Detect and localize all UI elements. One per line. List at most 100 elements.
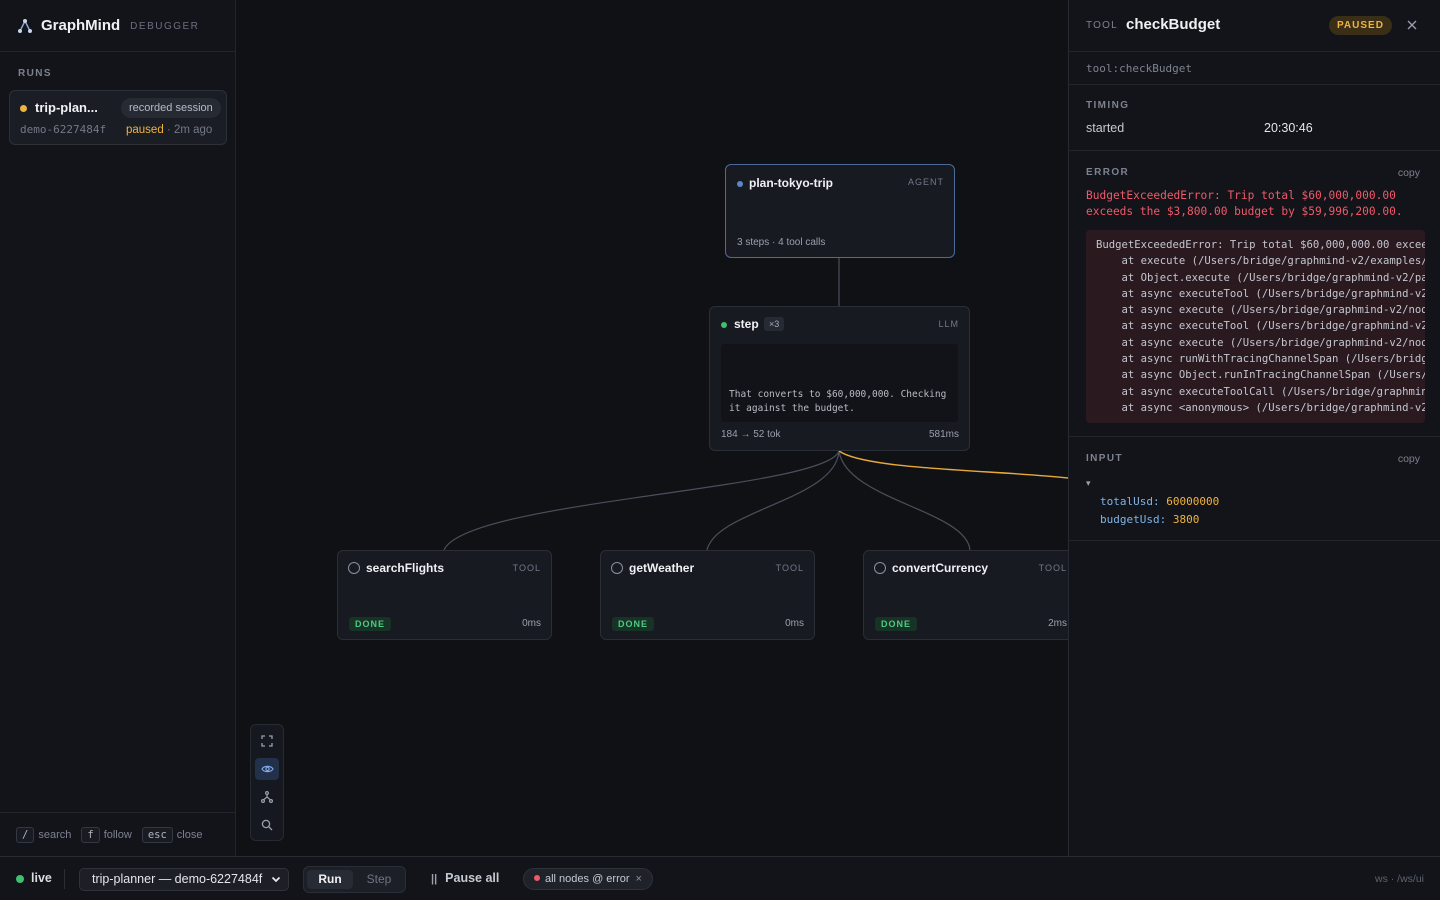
tool-title: convertCurrency	[892, 561, 989, 575]
shortcut-close: esc close	[141, 826, 202, 843]
runs-label: RUNS	[18, 68, 52, 79]
stack-line: at execute (/Users/bridge/graphmind-v2/e…	[1096, 255, 1426, 268]
tool-node-convertCurrency[interactable]: convertCurrency TOOL DONE 2ms	[863, 550, 1068, 640]
node-detail-panel: TOOL checkBudget PAUSED tool:checkBudget…	[1068, 0, 1440, 856]
step-output: That converts to $60,000,000. Checking i…	[721, 344, 958, 422]
timing-value: 20:30:46	[1264, 121, 1313, 135]
panel-node-title: checkBudget	[1126, 16, 1221, 33]
filter-dot	[534, 875, 540, 881]
run-status-paused: paused	[126, 124, 164, 136]
tool-kind: TOOL	[512, 563, 541, 573]
agent-kind: AGENT	[907, 177, 944, 187]
tool-kind: TOOL	[1038, 563, 1067, 573]
agent-title: plan-tokyo-trip	[749, 176, 833, 190]
tool-status-badge: DONE	[875, 617, 918, 631]
filter-label: all nodes @ error	[545, 873, 630, 885]
step-duration: 581ms	[928, 429, 959, 440]
canvas-search-button[interactable]	[255, 814, 279, 836]
canvas-toolbar	[250, 724, 284, 841]
tool-duration: 2ms	[1048, 618, 1067, 629]
graph-canvas[interactable]: plan-tokyo-trip AGENT 3 steps · 4 tool c…	[236, 0, 1068, 856]
recorded-session-badge: recorded session	[121, 98, 221, 118]
error-section: ERROR copy BudgetExceededError: Trip tot…	[1069, 151, 1440, 437]
shortcut-follow: f follow	[81, 826, 132, 843]
stack-line: BudgetExceededError: Trip total $60,000,…	[1096, 239, 1425, 251]
timing-label: TIMING	[1086, 100, 1130, 111]
tool-status-badge: DONE	[612, 617, 655, 631]
stack-line: at async execute (/Users/bridge/graphmin…	[1096, 336, 1426, 349]
agent-status-dot	[737, 181, 743, 187]
fit-view-button[interactable]	[255, 730, 279, 752]
search-icon	[261, 819, 273, 831]
keyboard-shortcuts: / search f follow esc close	[0, 812, 235, 856]
stack-line: at async runWithTracingChannelSpan (/Use…	[1096, 353, 1426, 366]
app-subtitle: DEBUGGER	[130, 21, 200, 32]
collapse-caret-icon[interactable]: ▾	[1086, 478, 1091, 489]
run-status-dot	[20, 105, 27, 112]
tool-node-getWeather[interactable]: getWeather TOOL DONE 0ms	[600, 550, 815, 640]
graph-logo-icon	[18, 18, 32, 33]
step-node[interactable]: step ×3 LLM That converts to $60,000,000…	[709, 306, 970, 451]
run-button[interactable]: Run	[307, 870, 353, 889]
run-id: demo-6227484f	[20, 123, 107, 136]
tool-status-ring-icon	[611, 562, 623, 574]
shortcut-search: / search	[16, 826, 71, 843]
run-card[interactable]: trip-plan... recorded session demo-62274…	[9, 90, 227, 145]
stack-line: at async executeToolCall (/Users/bridge/…	[1096, 385, 1426, 398]
step-tokens: 184 → 52 tok	[721, 429, 781, 440]
brand: GraphMind DEBUGGER	[0, 0, 235, 52]
bottom-bar: live trip-planner — demo-6227484f Run St…	[0, 856, 1440, 900]
run-select[interactable]: trip-planner — demo-6227484f	[79, 868, 289, 891]
close-icon[interactable]	[1405, 18, 1419, 32]
panel-node-kind: TOOL	[1086, 20, 1118, 31]
input-field-budgetUsd: budgetUsd: 3800	[1100, 513, 1200, 526]
error-message: BudgetExceededError: Trip total $60,000,…	[1086, 189, 1403, 218]
edge-step-checkBudget	[838, 450, 1068, 479]
timing-key: started	[1086, 121, 1125, 135]
step-output-text: That converts to $60,000,000. Checking i…	[729, 389, 947, 414]
remove-filter-icon[interactable]: ×	[636, 873, 642, 885]
input-section: INPUT copy ▾ totalUsd: 60000000 budgetUs…	[1069, 437, 1440, 541]
tool-status-ring-icon	[874, 562, 886, 574]
input-label: INPUT	[1086, 453, 1123, 464]
tool-node-searchFlights[interactable]: searchFlights TOOL DONE 0ms	[337, 550, 552, 640]
panel-node-path: tool:checkBudget	[1069, 52, 1440, 85]
eye-button[interactable]	[255, 758, 279, 780]
fit-view-icon	[261, 735, 273, 747]
step-status-dot	[721, 322, 727, 328]
tool-duration: 0ms	[522, 618, 541, 629]
live-label: live	[31, 871, 52, 885]
live-status-dot	[16, 875, 24, 883]
step-button[interactable]: Step	[356, 870, 402, 889]
agent-node[interactable]: plan-tokyo-trip AGENT 3 steps · 4 tool c…	[725, 164, 955, 258]
panel-header: TOOL checkBudget PAUSED	[1069, 0, 1440, 52]
edge-step-searchFlights	[443, 450, 840, 551]
pause-all-button[interactable]: || Pause all	[431, 871, 499, 885]
tool-title: getWeather	[629, 561, 695, 575]
stack-line: at async Object.runInTracingChannelSpan …	[1096, 369, 1426, 382]
layout-tree-button[interactable]	[255, 786, 279, 808]
stack-line: at Object.execute (/Users/bridge/graphmi…	[1096, 271, 1426, 284]
run-age: · 2m ago	[166, 124, 213, 136]
run-step-toggle: Run Step	[303, 866, 406, 893]
run-title: trip-plan...	[35, 100, 98, 115]
filter-chip[interactable]: all nodes @ error ×	[523, 868, 653, 890]
step-kind: LLM	[938, 319, 959, 329]
stack-line: at async executeTool (/Users/bridge/grap…	[1096, 320, 1426, 333]
run-select-value: trip-planner — demo-6227484f	[92, 872, 263, 886]
websocket-endpoint: ws · /ws/ui	[1374, 873, 1424, 885]
eye-icon	[260, 765, 274, 773]
tool-duration: 0ms	[785, 618, 804, 629]
tool-status-badge: DONE	[349, 617, 392, 631]
step-count-badge: ×3	[764, 317, 785, 331]
error-stack-trace[interactable]: BudgetExceededError: Trip total $60,000,…	[1086, 230, 1425, 423]
layout-tree-icon	[261, 791, 273, 803]
divider	[64, 869, 65, 889]
panel-state-badge: PAUSED	[1329, 16, 1392, 35]
step-title: step	[734, 317, 759, 331]
pause-icon: ||	[431, 873, 438, 885]
copy-error-button[interactable]: copy	[1398, 167, 1420, 179]
error-label: ERROR	[1086, 167, 1130, 178]
copy-input-button[interactable]: copy	[1398, 453, 1420, 465]
agent-meta: 3 steps · 4 tool calls	[737, 237, 826, 248]
